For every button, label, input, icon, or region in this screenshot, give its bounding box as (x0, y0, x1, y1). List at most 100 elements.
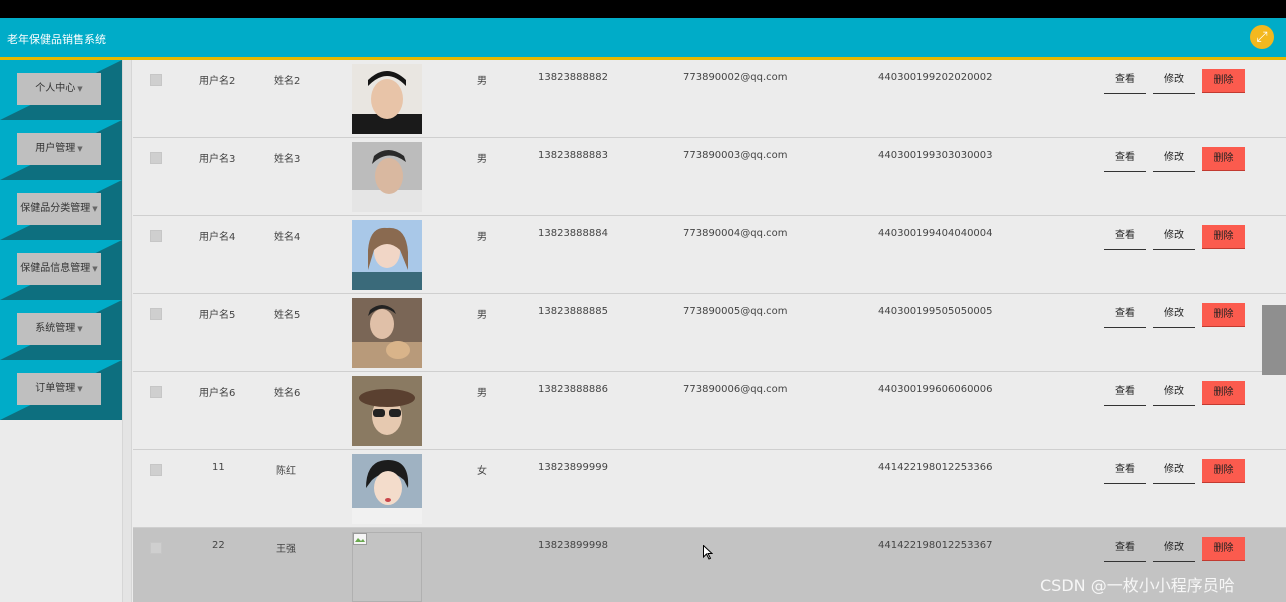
sidebar-button[interactable]: 保健品分类管理 ▼ (17, 193, 101, 225)
username-cell: 22 (212, 540, 225, 551)
sidebar-button[interactable]: 系统管理 ▼ (17, 313, 101, 345)
row-checkbox[interactable] (150, 230, 162, 242)
view-button[interactable]: 查看 (1104, 459, 1146, 484)
expand-icon: ⤢ (1256, 29, 1268, 45)
sidebar-item-label: 个人中心 (35, 83, 76, 94)
sidebar-item-label: 用户管理 (35, 143, 76, 154)
view-button[interactable]: 查看 (1104, 69, 1146, 94)
table-row[interactable]: 11 陈红 女 13823899999 441422198012253366 查… (133, 450, 1286, 528)
name-cell: 姓名3 (274, 154, 301, 165)
username-cell: 用户名4 (199, 232, 236, 243)
window-top-bar (0, 0, 1286, 18)
caret-down-icon: ▼ (77, 145, 83, 153)
email-cell: 773890004@qq.com (683, 228, 788, 239)
username-cell: 用户名6 (199, 388, 236, 399)
gender-cell: 男 (477, 76, 487, 87)
phone-cell: 13823888885 (538, 306, 608, 317)
username-cell: 用户名3 (199, 154, 236, 165)
view-button[interactable]: 查看 (1104, 537, 1146, 562)
email-cell: 773890006@qq.com (683, 384, 788, 395)
view-button[interactable]: 查看 (1104, 303, 1146, 328)
sidebar-item-category-management[interactable]: 保健品分类管理 ▼ (0, 180, 122, 240)
avatar (352, 220, 422, 290)
row-checkbox[interactable] (150, 308, 162, 320)
table-row[interactable]: 用户名3 姓名3 男 13823888883 773890003@qq.com … (133, 138, 1286, 216)
row-checkbox[interactable] (150, 152, 162, 164)
view-button[interactable]: 查看 (1104, 147, 1146, 172)
delete-button[interactable]: 删除 (1202, 381, 1245, 405)
avatar (352, 376, 422, 446)
sidebar: 个人中心 ▼ 用户管理 ▼ 保健品分类管理 ▼ 保健品信息管理 ▼ 系统管理 ▼ 订单管理… (0, 60, 122, 602)
caret-down-icon: ▼ (77, 85, 83, 93)
row-checkbox[interactable] (150, 542, 162, 554)
gender-cell: 男 (477, 310, 487, 321)
view-button[interactable]: 查看 (1104, 381, 1146, 406)
sidebar-item-order-management[interactable]: 订单管理 ▼ (0, 360, 122, 420)
delete-button[interactable]: 删除 (1202, 459, 1245, 483)
caret-down-icon: ▼ (92, 205, 98, 213)
fullscreen-button[interactable]: ⤢ (1250, 25, 1274, 49)
scrollbar-thumb[interactable] (1262, 305, 1286, 375)
caret-down-icon: ▼ (77, 385, 83, 393)
gender-cell: 男 (477, 154, 487, 165)
edit-button[interactable]: 修改 (1153, 459, 1195, 484)
sidebar-item-system-management[interactable]: 系统管理 ▼ (0, 300, 122, 360)
edit-button[interactable]: 修改 (1153, 381, 1195, 406)
phone-cell: 13823888886 (538, 384, 608, 395)
table-row[interactable]: 用户名5 姓名5 男 13823888885 773890005@qq.com … (133, 294, 1286, 372)
name-cell: 姓名6 (274, 388, 301, 399)
edit-button[interactable]: 修改 (1153, 537, 1195, 562)
phone-cell: 13823888884 (538, 228, 608, 239)
sidebar-item-user-management[interactable]: 用户管理 ▼ (0, 120, 122, 180)
sidebar-button[interactable]: 个人中心 ▼ (17, 73, 101, 105)
email-cell: 773890002@qq.com (683, 72, 788, 83)
table-row[interactable]: 用户名4 姓名4 男 13823888884 773890004@qq.com … (133, 216, 1286, 294)
phone-cell: 13823888882 (538, 72, 608, 83)
edit-button[interactable]: 修改 (1153, 225, 1195, 250)
row-checkbox[interactable] (150, 74, 162, 86)
avatar (352, 64, 422, 134)
row-checkbox[interactable] (150, 464, 162, 476)
caret-down-icon: ▼ (92, 265, 98, 273)
sidebar-divider (122, 60, 132, 602)
idcard-cell: 441422198012253366 (878, 462, 993, 473)
name-cell: 王强 (276, 544, 296, 555)
phone-cell: 13823888883 (538, 150, 608, 161)
avatar (352, 454, 422, 524)
sidebar-item-label: 保健品信息管理 (20, 263, 91, 274)
delete-button[interactable]: 删除 (1202, 303, 1245, 327)
row-checkbox[interactable] (150, 386, 162, 398)
delete-button[interactable]: 删除 (1202, 225, 1245, 249)
mouse-cursor-icon (703, 544, 714, 563)
sidebar-button[interactable]: 保健品信息管理 ▼ (17, 253, 101, 285)
avatar (352, 142, 422, 212)
gender-cell: 男 (477, 388, 487, 399)
view-button[interactable]: 查看 (1104, 225, 1146, 250)
sidebar-item-product-management[interactable]: 保健品信息管理 ▼ (0, 240, 122, 300)
name-cell: 姓名2 (274, 76, 301, 87)
sidebar-button[interactable]: 用户管理 ▼ (17, 133, 101, 165)
sidebar-item-label: 保健品分类管理 (20, 203, 91, 214)
edit-button[interactable]: 修改 (1153, 69, 1195, 94)
name-cell: 姓名5 (274, 310, 301, 321)
username-cell: 用户名5 (199, 310, 236, 321)
phone-cell: 13823899999 (538, 462, 608, 473)
table-row[interactable]: 用户名2 姓名2 男 13823888882 773890002@qq.com … (133, 60, 1286, 138)
avatar (352, 298, 422, 368)
sidebar-item-label: 系统管理 (35, 323, 76, 334)
username-cell: 用户名2 (199, 76, 236, 87)
sidebar-button[interactable]: 订单管理 ▼ (17, 373, 101, 405)
user-table: 用户名2 姓名2 男 13823888882 773890002@qq.com … (133, 60, 1286, 602)
table-row[interactable]: 用户名6 姓名6 男 13823888886 773890006@qq.com … (133, 372, 1286, 450)
sidebar-item-personal-center[interactable]: 个人中心 ▼ (0, 60, 122, 120)
phone-cell: 13823899998 (538, 540, 608, 551)
edit-button[interactable]: 修改 (1153, 303, 1195, 328)
idcard-cell: 440300199606060006 (878, 384, 993, 395)
delete-button[interactable]: 删除 (1202, 69, 1245, 93)
idcard-cell: 440300199303030003 (878, 150, 993, 161)
edit-button[interactable]: 修改 (1153, 147, 1195, 172)
delete-button[interactable]: 删除 (1202, 537, 1245, 561)
email-cell: 773890003@qq.com (683, 150, 788, 161)
delete-button[interactable]: 删除 (1202, 147, 1245, 171)
name-cell: 姓名4 (274, 232, 301, 243)
